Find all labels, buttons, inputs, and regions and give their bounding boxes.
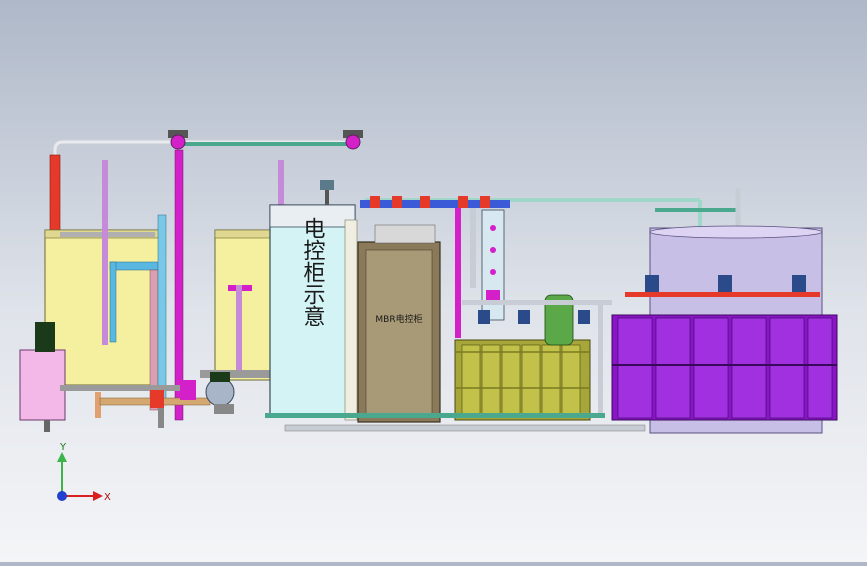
bottom-drain-pipe — [265, 413, 646, 432]
equipment-drawing: 电控柜示意 MBR电控柜 Y X — [19, 130, 838, 503]
triad-x-label: X — [104, 492, 111, 503]
mbr-cabinet-label: MBR电控柜 — [375, 313, 422, 325]
chemical-drums — [611, 314, 838, 421]
left-yellow-tank — [44, 149, 184, 421]
bottom-base-left — [60, 380, 211, 428]
cabinet-label-vertical: 电控柜示意 — [300, 217, 326, 327]
cad-viewport[interactable]: 电控柜示意 MBR电控柜 Y X — [0, 0, 867, 562]
triad-y-label: Y — [59, 442, 67, 453]
top-valve-2 — [343, 130, 363, 150]
membrane-modules — [454, 339, 591, 421]
top-valve-1 — [168, 130, 188, 150]
coordinate-triad — [57, 452, 103, 501]
circulation-pump — [205, 372, 235, 414]
